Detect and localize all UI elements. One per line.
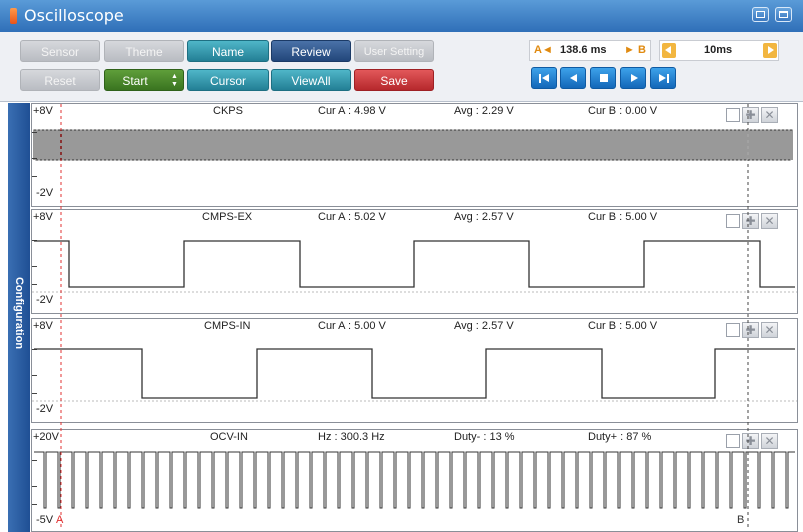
step-back-icon (570, 74, 577, 82)
user-setting-button[interactable]: User Setting (354, 40, 434, 62)
skip-end-bar-icon (667, 74, 669, 83)
viewall-button[interactable]: ViewAll (271, 69, 351, 91)
reset-button[interactable]: Reset (20, 69, 100, 91)
ocv-in-trace-plot (34, 451, 795, 509)
stop-button[interactable] (590, 67, 616, 89)
stepper-icon[interactable]: ▲▼ (171, 70, 178, 89)
start-label: Start (122, 74, 148, 88)
time-div-decrease-button[interactable] (662, 43, 676, 58)
cursor-a-value: 138.6 ms (560, 44, 607, 56)
cursor-a-label[interactable]: A◄ (534, 44, 553, 56)
left-arrow-icon (665, 46, 671, 54)
channel-panel-ocv-in: +20V -5V OCV-IN Hz : 300.3 Hz Duty- : 13… (31, 429, 798, 532)
save-button[interactable]: Save (354, 69, 434, 91)
cursor-button[interactable]: Cursor (187, 69, 269, 91)
skip-start-icon (542, 74, 549, 82)
restore-window-button[interactable] (752, 7, 769, 22)
skip-to-start-button[interactable] (531, 67, 557, 89)
step-back-button[interactable] (560, 67, 586, 89)
cursor-b-marker[interactable]: B (737, 514, 744, 526)
cmps-in-trace (34, 348, 795, 399)
channel-panel-ckps: +8V -2V CKPS Cur A : 4.98 V Avg : 2.29 V… (31, 103, 798, 207)
cmps-ex-trace (34, 240, 795, 288)
cursor-b-label[interactable]: ► B (624, 44, 646, 56)
app-icon (10, 8, 17, 24)
skip-start-bar-icon (539, 74, 541, 83)
review-button[interactable]: Review (271, 40, 351, 62)
start-button[interactable]: Start ▲▼ (104, 69, 184, 91)
theme-button[interactable]: Theme (104, 40, 184, 62)
cursor-readout: A◄ 138.6 ms ► B (529, 40, 651, 61)
time-div-value: 10ms (704, 44, 733, 56)
time-div-increase-button[interactable] (763, 43, 777, 58)
stop-icon (600, 74, 608, 82)
ckps-trace (33, 129, 793, 161)
skip-end-icon (659, 74, 666, 82)
configuration-label: Configuration (13, 276, 25, 350)
cmps-ex-trace-plot (32, 240, 797, 293)
cmps-in-trace-plot (32, 348, 797, 402)
restore-icon (756, 11, 765, 18)
step-forward-icon (631, 74, 638, 82)
skip-to-end-button[interactable] (650, 67, 676, 89)
right-arrow-icon (768, 46, 774, 54)
name-button[interactable]: Name (187, 40, 269, 62)
time-div-control: 10ms (659, 40, 779, 61)
title-bar: Oscilloscope (0, 0, 803, 32)
step-forward-button[interactable] (620, 67, 646, 89)
cursor-a-marker[interactable]: A (56, 514, 63, 526)
ckps-trace-plot (33, 129, 793, 161)
sensor-button[interactable]: Sensor (20, 40, 100, 62)
channel-panel-cmps-ex: +8V -2V CMPS-EX Cur A : 5.02 V Avg : 2.5… (31, 209, 798, 314)
window-menu-button[interactable] (775, 7, 792, 22)
window-icon (779, 11, 788, 18)
configuration-sidebar[interactable]: Configuration (8, 103, 30, 532)
window-title: Oscilloscope (24, 6, 124, 25)
ocv-in-trace (34, 451, 795, 509)
channel-panel-cmps-in: +8V -2V CMPS-IN Cur A : 5.00 V Avg : 2.5… (31, 318, 798, 423)
